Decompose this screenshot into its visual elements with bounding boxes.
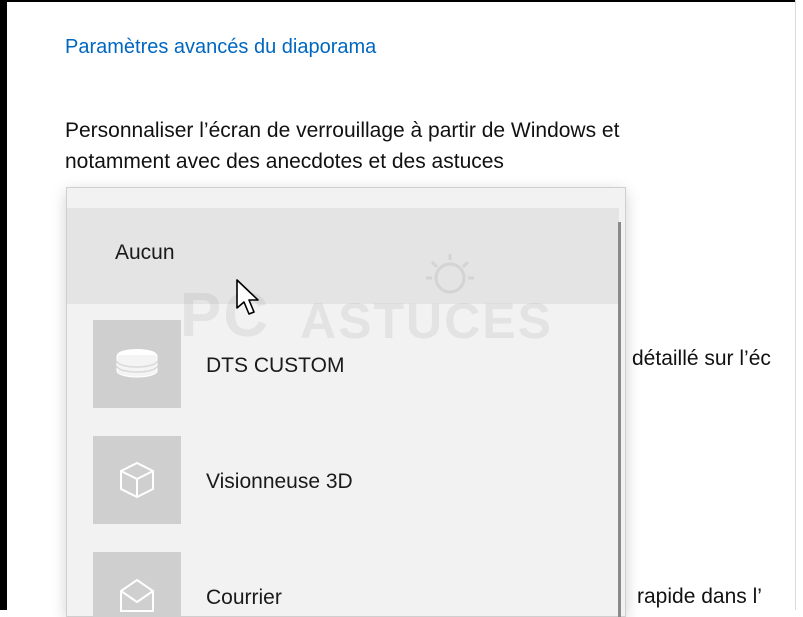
dropdown-item-dts-custom[interactable]: DTS CUSTOM	[67, 316, 619, 412]
dropdown-scrollbar[interactable]	[618, 222, 621, 617]
dropdown-item-label: Aucun	[115, 241, 175, 264]
advanced-slideshow-settings-link[interactable]: Paramètres avancés du diaporama	[65, 36, 376, 59]
dropdown-item-label: Courrier	[206, 586, 282, 609]
mail-icon	[93, 552, 181, 616]
app-picker-dropdown[interactable]: Aucun DTS CUSTOM Visionneuse 3D Courrier	[66, 187, 626, 617]
dropdown-item-label: Visionneuse 3D	[206, 470, 353, 493]
dropdown-item-label: DTS CUSTOM	[206, 354, 345, 377]
dropdown-item-none[interactable]: Aucun	[67, 208, 619, 304]
description-line-2: notamment avec des anecdotes et des astu…	[65, 150, 504, 173]
dropdown-item-mail[interactable]: Courrier	[67, 550, 619, 616]
mouse-cursor-icon	[236, 279, 259, 315]
lockscreen-description: Personnaliser l’écran de verrouillage à …	[65, 115, 800, 177]
window-frame-left	[0, 0, 7, 610]
dts-disc-icon	[93, 320, 181, 408]
window-edge-right	[795, 0, 803, 610]
cube-icon	[93, 436, 181, 524]
window-frame-top	[0, 0, 795, 2]
dropdown-item-3d-viewer[interactable]: Visionneuse 3D	[67, 434, 619, 530]
detailed-status-text: détaillé sur l’éc	[632, 347, 771, 370]
description-line-1: Personnaliser l’écran de verrouillage à …	[65, 119, 620, 142]
quick-status-text: rapide dans l’	[637, 585, 762, 608]
